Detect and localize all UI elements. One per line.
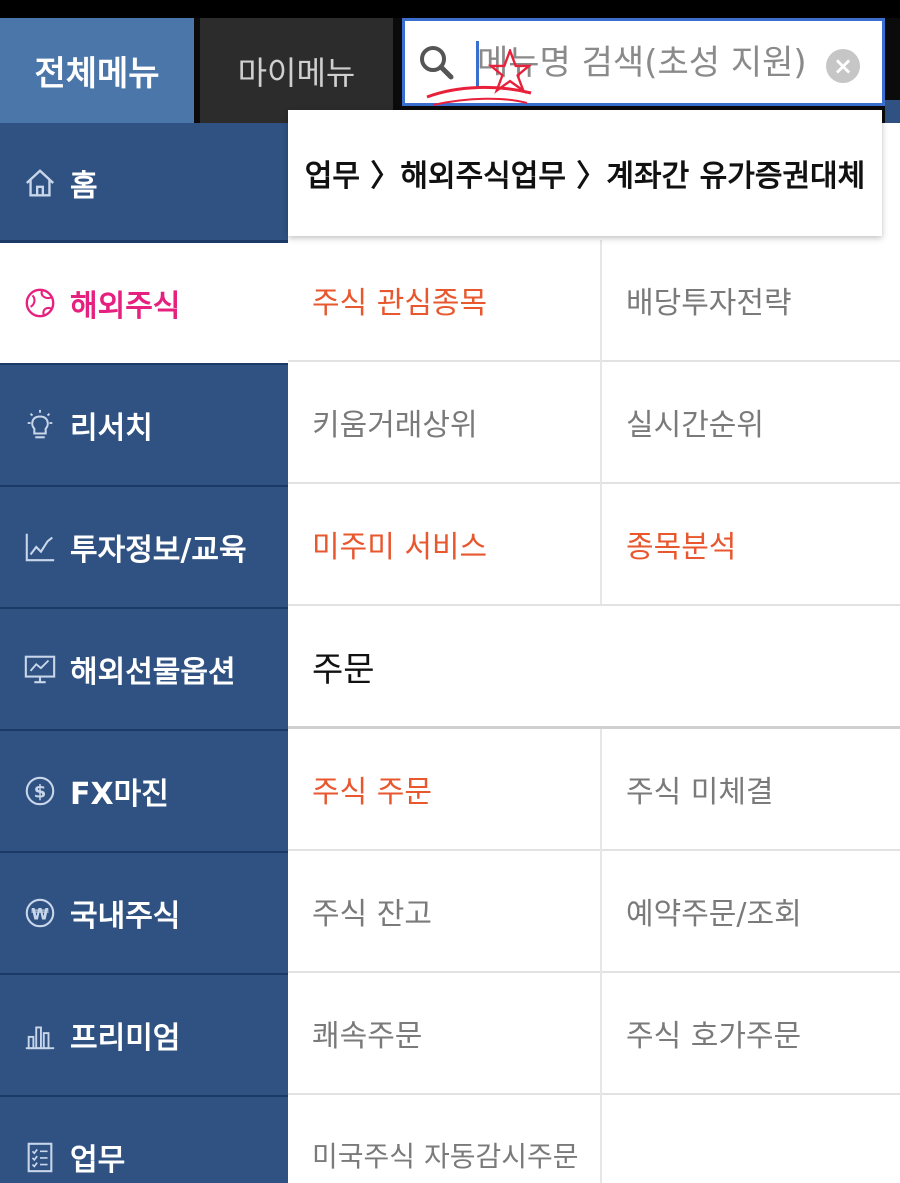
svg-text:₩: ₩	[31, 905, 49, 924]
menu-item-quick-order[interactable]: 쾌속주문	[288, 973, 600, 1093]
menu-item-dividend-strategy[interactable]: 배당투자전략	[602, 240, 900, 360]
sidebar-item-label: 해외주식	[70, 289, 181, 324]
sidebar-item-premium[interactable]: 프리미엄	[0, 975, 288, 1095]
sidebar-item-work[interactable]: 업무	[0, 1097, 288, 1183]
sidebar-item-research[interactable]: 리서치	[0, 365, 288, 485]
sidebar-item-home[interactable]: 홈	[0, 123, 288, 243]
checklist-icon	[22, 1139, 58, 1175]
svg-text:$: $	[34, 782, 46, 803]
sidebar-item-label: 해외선물옵션	[70, 655, 236, 690]
sidebar: 홈 해외주식 리서치 투자정보/교육 해외선물옵션 $ FX마진 ₩ 국내주식 …	[0, 123, 288, 1183]
sidebar-item-domestic-stock[interactable]: ₩ 국내주식	[0, 853, 288, 973]
clear-search-button[interactable]: ×	[826, 49, 860, 83]
menu-item-stock-watchlist[interactable]: 주식 관심종목	[288, 240, 600, 360]
dollar-icon: $	[22, 773, 58, 809]
lightbulb-icon	[22, 407, 58, 443]
sidebar-item-label: 프리미엄	[70, 1021, 181, 1056]
sidebar-item-overseas-stock[interactable]: 해외주식	[0, 243, 288, 363]
bar-chart-icon	[22, 1017, 58, 1053]
menu-item-mijumi-service[interactable]: 미주미 서비스	[288, 484, 600, 604]
sidebar-item-label: 리서치	[70, 411, 153, 446]
search-icon	[420, 46, 454, 80]
sidebar-item-label: 홈	[70, 169, 98, 204]
tab-all-menu[interactable]: 전체메뉴	[0, 18, 194, 123]
sidebar-item-label: 투자정보/교육	[70, 533, 247, 568]
menu-item-quote-order[interactable]: 주식 호가주문	[602, 973, 900, 1093]
menu-item-stock-order[interactable]: 주식 주문	[288, 729, 600, 849]
section-heading-order: 주문	[288, 606, 900, 726]
tab-my-menu[interactable]: 마이메뉴	[200, 18, 393, 123]
home-icon	[22, 165, 58, 201]
line-chart-icon	[22, 529, 58, 565]
globe-icon	[22, 285, 58, 321]
search-box[interactable]: ×	[402, 18, 885, 106]
menu-item-realtime-ranking[interactable]: 실시간순위	[602, 362, 900, 482]
breadcrumb-search-result[interactable]: 업무 〉해외주식업무 〉계좌간 유가증권대체	[288, 110, 882, 236]
menu-item-unfilled-orders[interactable]: 주식 미체결	[602, 729, 900, 849]
menu-item-us-auto-watch-order[interactable]: 미국주식 자동감시주문	[288, 1095, 600, 1183]
sidebar-item-label: FX마진	[70, 777, 169, 812]
status-strip	[0, 0, 900, 18]
sidebar-item-overseas-futures[interactable]: 해외선물옵션	[0, 609, 288, 729]
menu-item-kiwoom-top-trades[interactable]: 키움거래상위	[288, 362, 600, 482]
menu-item-reserved-orders[interactable]: 예약주문/조회	[602, 851, 900, 971]
sidebar-item-fx-margin[interactable]: $ FX마진	[0, 731, 288, 851]
menu-item-stock-analysis[interactable]: 종목분석	[602, 484, 900, 604]
sidebar-item-invest-info[interactable]: 투자정보/교육	[0, 487, 288, 607]
divider	[600, 729, 602, 1183]
won-icon: ₩	[22, 895, 58, 931]
search-input[interactable]	[477, 31, 807, 95]
monitor-chart-icon	[22, 651, 58, 687]
divider	[600, 240, 602, 604]
window-edge	[885, 100, 900, 123]
menu-item-stock-balance[interactable]: 주식 잔고	[288, 851, 600, 971]
sidebar-item-label: 업무	[70, 1143, 126, 1178]
sidebar-item-label: 국내주식	[70, 899, 181, 934]
